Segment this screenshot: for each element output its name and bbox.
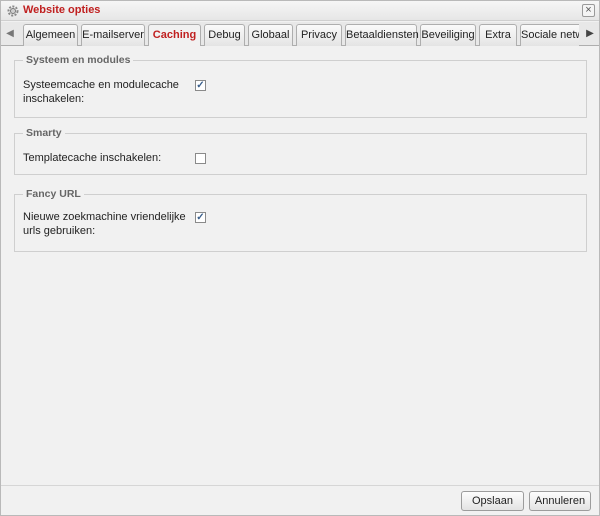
fancy-url-label: Nieuwe zoekmachine vriendelijke urls geb…: [23, 211, 186, 237]
tab-extra[interactable]: Extra: [479, 24, 517, 46]
close-button[interactable]: ×: [582, 4, 595, 17]
fieldset-legend: Smarty: [23, 127, 65, 139]
tab-scroll-left-icon[interactable]: ◀: [3, 26, 17, 42]
tab-strip: ◀ Algemeen E-mailserver Caching Debug Gl…: [1, 22, 599, 46]
fieldset-systeem-en-modules: Systeem en modules Systeemcache en modul…: [14, 54, 587, 118]
tab-scroll-right-icon[interactable]: ▶: [583, 26, 597, 42]
tab-sociale-netwerken[interactable]: Sociale netwe: [520, 24, 579, 46]
tab-algemeen[interactable]: Algemeen: [23, 24, 78, 46]
template-cache-label: Templatecache inschakelen:: [23, 152, 162, 164]
tab-caching[interactable]: Caching: [148, 24, 201, 46]
tab-e-mailserver[interactable]: E-mailserver: [81, 24, 145, 46]
tab-globaal[interactable]: Globaal: [248, 24, 293, 46]
systeem-cache-checkbox[interactable]: ✓: [195, 80, 206, 91]
fancy-url-checkbox[interactable]: ✓: [195, 212, 206, 223]
tab-beveiliging[interactable]: Beveiliging: [420, 24, 476, 46]
fieldset-legend: Fancy URL: [23, 188, 84, 200]
template-cache-checkbox[interactable]: [195, 153, 206, 164]
tab-debug[interactable]: Debug: [204, 24, 245, 46]
gear-icon: [7, 5, 19, 17]
fieldset-smarty: Smarty Templatecache inschakelen:: [14, 127, 587, 175]
tab-betaaldiensten[interactable]: Betaaldiensten: [345, 24, 419, 46]
title-bar[interactable]: Website opties ×: [1, 1, 599, 21]
tab-privacy[interactable]: Privacy: [296, 24, 342, 46]
save-button[interactable]: Opslaan: [461, 491, 524, 511]
cancel-button[interactable]: Annuleren: [529, 491, 591, 511]
website-options-dialog: Website opties × ◀ Algemeen E-mailserver…: [0, 0, 600, 516]
fieldset-legend: Systeem en modules: [23, 54, 134, 66]
fieldset-fancy-url: Fancy URL Nieuwe zoekmachine vriendelijk…: [14, 188, 587, 252]
dialog-footer: Opslaan Annuleren: [1, 485, 599, 515]
systeem-cache-label: Systeemcache en modulecache inschakelen:: [23, 79, 179, 105]
tabs: Algemeen E-mailserver Caching Debug Glob…: [19, 24, 579, 46]
window-title: Website opties: [23, 4, 101, 16]
